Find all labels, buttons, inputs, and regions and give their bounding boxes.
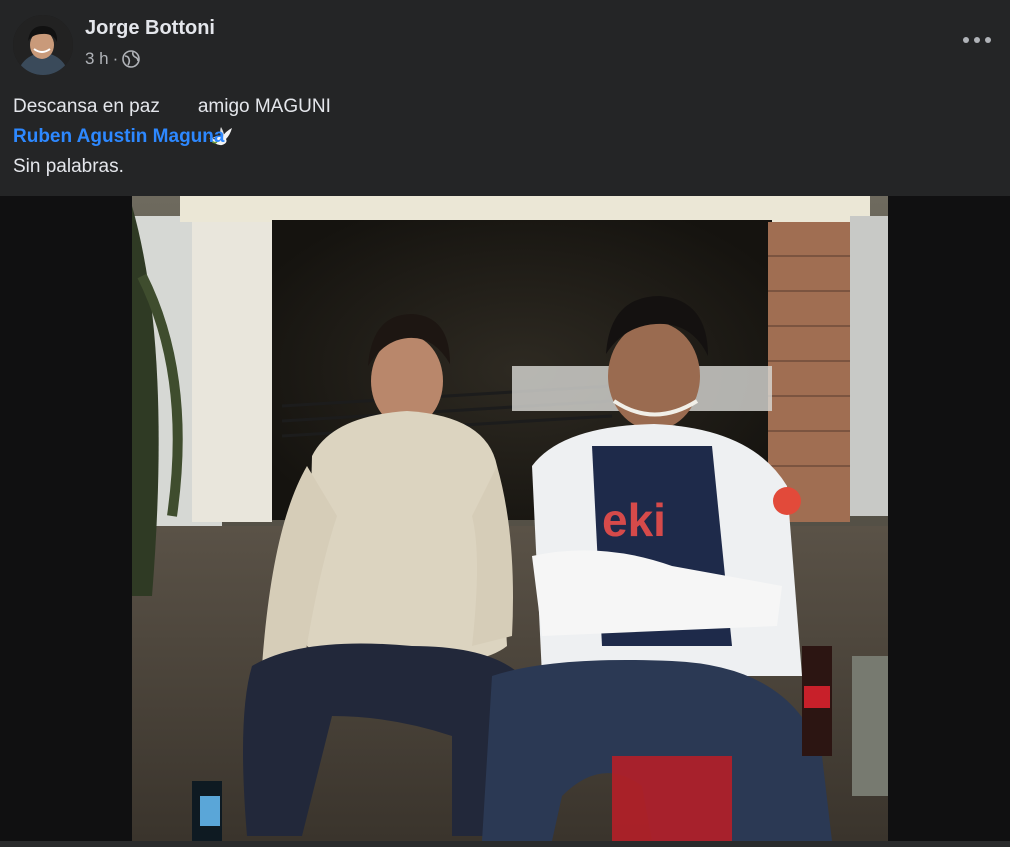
post-text: Descansa en paz amigo MAGUNI Ruben Agust… <box>13 92 331 182</box>
photo-container: eki <box>0 196 1010 847</box>
text-part-3: Sin palabras. <box>13 156 124 177</box>
photo-image: eki <box>132 196 888 841</box>
globe-icon[interactable] <box>122 50 141 68</box>
post-time[interactable]: 3 h <box>85 49 109 69</box>
post-text-line-2: Ruben Agustin Maguna <box>13 122 331 152</box>
facebook-post: Jorge Bottoni 3 h · Descansa en paz amig… <box>0 0 1010 847</box>
author-avatar[interactable] <box>13 15 73 75</box>
dove-icon <box>166 95 233 146</box>
meta-separator: · <box>112 49 119 68</box>
photo-bottom-strip <box>0 841 1010 847</box>
svg-text:eki: eki <box>602 494 666 546</box>
mention-link[interactable]: Ruben Agustin Maguna <box>13 122 224 152</box>
avatar-image <box>13 15 73 75</box>
more-options-icon[interactable] <box>962 28 992 52</box>
author-name[interactable]: Jorge Bottoni <box>85 17 215 40</box>
text-part-1: Descansa en paz <box>13 96 160 117</box>
post-text-line-1: Descansa en paz amigo MAGUNI <box>13 92 331 146</box>
post-photo[interactable]: eki <box>132 196 888 841</box>
text-part-2: amigo MAGUNI <box>197 96 331 117</box>
post-header: Jorge Bottoni 3 h · <box>0 0 1010 84</box>
post-meta: 3 h · <box>85 49 141 69</box>
